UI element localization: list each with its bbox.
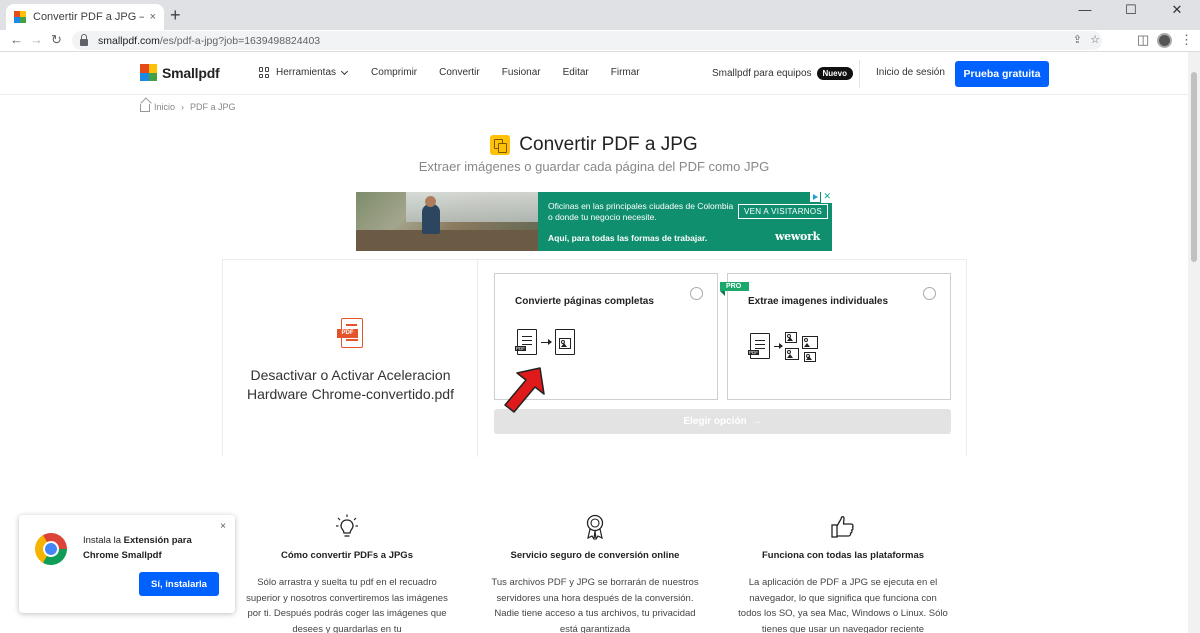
choose-option-button[interactable]: Elegir opción → [494, 409, 951, 434]
breadcrumb-current: PDF a JPG [190, 102, 236, 112]
site-header: Smallpdf Herramientas Comprimir Converti… [0, 52, 1188, 95]
feature-security: Servicio seguro de conversión online Tus… [490, 514, 700, 633]
back-icon[interactable]: ← [10, 32, 23, 47]
nav-tools-label: Herramientas [276, 67, 337, 78]
scrollbar-thumb[interactable] [1191, 72, 1197, 262]
extensions-icon[interactable]: ◫ [1137, 32, 1149, 48]
smallpdf-favicon-icon [14, 11, 26, 23]
breadcrumb: Inicio › PDF a JPG [140, 102, 236, 112]
page-title: Convertir PDF a JPG [519, 134, 698, 155]
window-close-icon[interactable]: ✕ [1154, 0, 1200, 22]
feature-title: Funciona con todas las plataformas [761, 550, 925, 561]
pro-badge: PRO [720, 282, 750, 296]
feature-title: Servicio seguro de conversión online [510, 550, 680, 561]
feature-text: La aplicación de PDF a JPG se ejecuta en… [738, 577, 948, 633]
install-extension-button[interactable]: Sí, instalarla [139, 572, 219, 596]
new-tab-button[interactable]: + [170, 6, 181, 24]
ad-text-line2: Aquí, para todas las formas de trabajar. [548, 233, 708, 243]
option-full-radio[interactable] [690, 287, 703, 300]
teams-link[interactable]: Smallpdf para equipos Nuevo [712, 67, 853, 80]
popup-close-icon[interactable]: × [220, 521, 226, 532]
main-nav: Herramientas Comprimir Convertir Fusiona… [259, 67, 662, 78]
teams-label: Smallpdf para equipos [712, 68, 812, 79]
profile-avatar[interactable] [1157, 33, 1172, 48]
option-images-radio[interactable] [923, 287, 936, 300]
thumbs-up-icon [738, 514, 948, 540]
share-icon[interactable]: ⇪ [1073, 33, 1082, 46]
file-name: Desactivar o Activar Aceleracion Hardwar… [247, 367, 454, 402]
lock-icon [80, 33, 88, 46]
url-input[interactable]: smallpdf.com/es/pdf-a-jpg?job=1639498824… [72, 31, 1102, 50]
forward-icon[interactable]: → [30, 32, 43, 47]
option-images-title: Extrae imagenes individuales [748, 296, 889, 307]
new-badge: Nuevo [816, 67, 853, 80]
feature-title: Cómo convertir PDFs a JPGs [281, 550, 413, 561]
home-icon [140, 104, 150, 112]
url-text: smallpdf.com/es/pdf-a-jpg?job=1639498824… [98, 34, 321, 47]
red-pointer-arrow-annotation [504, 367, 545, 413]
login-link[interactable]: Inicio de sesión [876, 67, 945, 78]
adchoices-icon[interactable] [810, 192, 820, 202]
window-controls: — ☐ ✕ [1062, 0, 1200, 22]
ad-close-button[interactable]: ✕ [821, 192, 832, 203]
pdf-file-icon: PDF [337, 318, 363, 350]
ad-photo [356, 192, 538, 251]
reload-icon[interactable]: ↻ [51, 32, 62, 48]
uploaded-file-panel: PDF Desactivar o Activar Aceleracion Har… [223, 260, 478, 457]
feature-how-to: Cómo convertir PDFs a JPGs Sólo arrastra… [242, 514, 452, 633]
nav-sign[interactable]: Firmar [611, 67, 640, 78]
grid-icon [259, 67, 270, 78]
header-divider [859, 60, 860, 88]
breadcrumb-separator: › [181, 102, 185, 112]
browser-tab[interactable]: Convertir PDF a JPG – Convierte × [6, 4, 164, 30]
page-scrollbar[interactable] [1188, 52, 1200, 633]
browser-menu-icon[interactable]: ⋮ [1180, 32, 1193, 48]
web-page: Smallpdf Herramientas Comprimir Converti… [0, 52, 1188, 633]
nav-edit[interactable]: Editar [563, 67, 589, 78]
conversion-panel: PDF Desactivar o Activar Aceleracion Har… [222, 259, 967, 457]
page-subtitle: Extraer imágenes o guardar cada página d… [418, 159, 770, 174]
smallpdf-logo-icon [140, 64, 157, 81]
extension-prompt-text: Instala la Extensión para Chrome Smallpd… [83, 535, 192, 561]
pdf-to-jpg-tool-icon [490, 135, 511, 155]
award-icon [490, 514, 700, 540]
feature-text: Tus archivos PDF y JPG se borrarán de nu… [491, 577, 699, 633]
chrome-extension-popup: Instala la Extensión para Chrome Smallpd… [19, 515, 235, 613]
nav-convert[interactable]: Convertir [439, 67, 480, 78]
tab-close-icon[interactable]: × [150, 11, 156, 23]
free-trial-button[interactable]: Prueba gratuita [955, 61, 1049, 87]
ad-brand-logo: wework [775, 230, 820, 243]
arrow-right-icon: → [751, 416, 762, 427]
breadcrumb-home[interactable]: Inicio [154, 102, 175, 112]
ad-text-line1: Oficinas en las principales ciudades de … [548, 201, 734, 222]
smallpdf-logo[interactable]: Smallpdf [140, 64, 220, 81]
option-extract-images[interactable]: PRO Extrae imagenes individuales PDF [720, 273, 951, 400]
page-title-row: Convertir PDF a JPG [0, 134, 1188, 156]
advertisement-banner[interactable]: Oficinas en las principales ciudades de … [356, 192, 832, 251]
chrome-logo-icon [29, 527, 73, 571]
maximize-icon[interactable]: ☐ [1108, 0, 1154, 22]
minimize-icon[interactable]: — [1062, 0, 1108, 22]
nav-tools-dropdown[interactable]: Herramientas [259, 67, 349, 78]
logo-text: Smallpdf [162, 64, 220, 81]
ad-copy: Oficinas en las principales ciudades de … [538, 192, 832, 251]
option-full-title: Convierte páginas completas [515, 296, 654, 307]
address-bar: ← → ↻ smallpdf.com/es/pdf-a-jpg?job=1639… [0, 30, 1200, 52]
choose-option-label: Elegir opción [683, 416, 747, 427]
bookmark-star-icon[interactable]: ☆ [1090, 33, 1100, 46]
ad-cta-button[interactable]: VEN A VISITARNOS [738, 204, 829, 219]
browser-tab-strip: Convertir PDF a JPG – Convierte × + — ☐ … [0, 0, 1200, 30]
feature-text: Sólo arrastra y suelta tu pdf en el recu… [246, 577, 448, 633]
nav-merge[interactable]: Fusionar [502, 67, 541, 78]
feature-platforms: Funciona con todas las plataformas La ap… [738, 514, 948, 633]
lightbulb-icon [242, 514, 452, 540]
nav-compress[interactable]: Comprimir [371, 67, 417, 78]
chevron-down-icon [340, 67, 349, 75]
tab-title: Convertir PDF a JPG – Convierte [33, 11, 144, 23]
